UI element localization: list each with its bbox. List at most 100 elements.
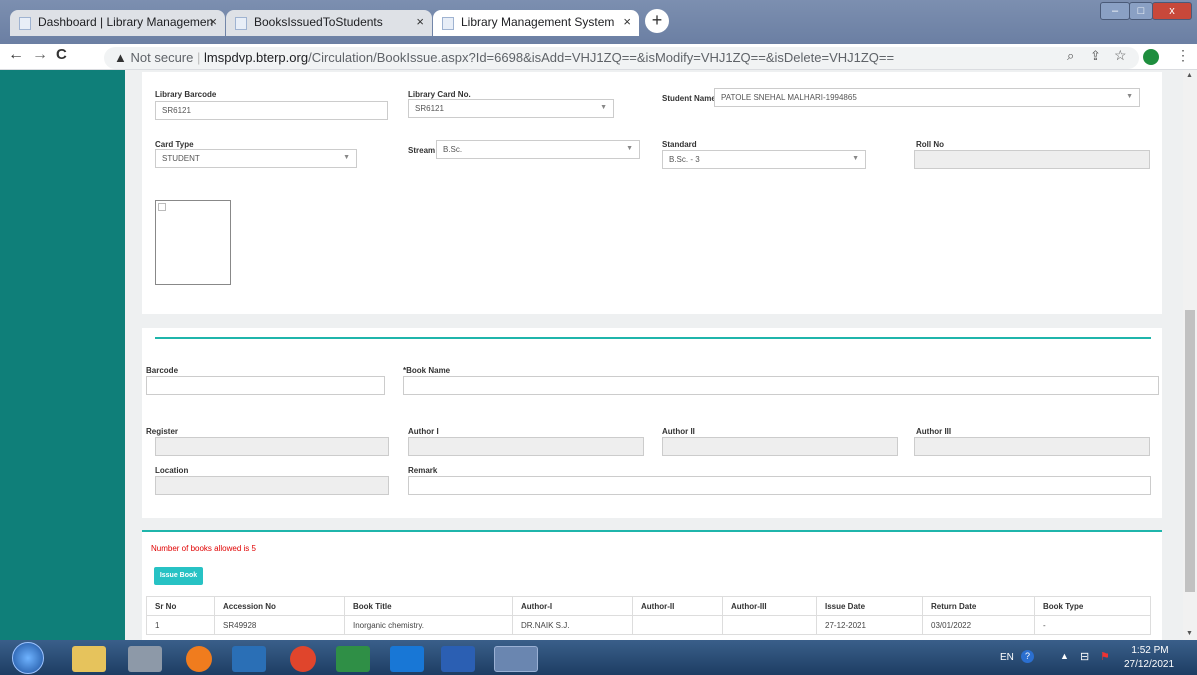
column-header: Sr No — [146, 596, 215, 616]
firefox-icon[interactable] — [186, 646, 212, 672]
scrollbar-thumb[interactable] — [1185, 310, 1195, 592]
warning-icon[interactable]: ▲ — [114, 50, 127, 65]
standard-label: Standard — [662, 140, 697, 149]
issue-book-button[interactable]: Issue Book — [154, 567, 203, 585]
close-window-button[interactable]: x — [1152, 2, 1192, 20]
location-label: Location — [155, 466, 189, 475]
library-barcode-label: Library Barcode — [155, 90, 217, 99]
close-tab-icon[interactable]: × — [623, 14, 631, 29]
network-icon[interactable]: ⊟ — [1080, 650, 1089, 663]
library-barcode-input[interactable]: SR6121 — [155, 101, 388, 120]
author3-label: Author III — [916, 427, 952, 436]
table-header-row: Sr No Accession No Book Title Author-I A… — [146, 596, 1151, 616]
register-input[interactable] — [155, 437, 389, 456]
scroll-up-icon[interactable]: ▲ — [1186, 72, 1193, 79]
maximize-button[interactable]: □ — [1129, 2, 1153, 20]
tab-title: BooksIssuedToStudents — [254, 15, 383, 29]
chevron-down-icon: ▼ — [1126, 93, 1133, 100]
divider — [142, 530, 1162, 532]
author2-input[interactable] — [662, 437, 898, 456]
standard-select[interactable]: B.Sc. - 3 ▼ — [662, 150, 866, 169]
chevron-down-icon: ▼ — [626, 145, 633, 152]
sidebar — [0, 70, 125, 640]
column-header: Author-II — [632, 596, 723, 616]
author3-input[interactable] — [914, 437, 1150, 456]
table-cell: SR49928 — [214, 615, 345, 635]
scroll-down-icon[interactable]: ▼ — [1186, 630, 1193, 637]
chrome-icon[interactable] — [290, 646, 316, 672]
new-tab-button[interactable]: + — [645, 9, 669, 33]
close-tab-icon[interactable]: × — [416, 14, 424, 29]
library-card-select[interactable]: SR6121 ▼ — [408, 99, 614, 118]
card-type-label: Card Type — [155, 140, 194, 149]
remark-label: Remark — [408, 466, 438, 475]
student-name-select[interactable]: PATOLE SNEHAL MALHARI-1994865 ▼ — [714, 88, 1140, 107]
column-header: Book Type — [1034, 596, 1151, 616]
broken-image-icon — [158, 203, 166, 211]
tab-title: Library Management System — [461, 15, 615, 29]
author1-label: Author I — [408, 427, 439, 436]
show-hidden-icons-icon[interactable]: ▲ — [1060, 651, 1069, 661]
table-cell: - — [1034, 615, 1151, 635]
taskbar — [0, 640, 1197, 675]
remark-input[interactable] — [408, 476, 1151, 495]
books-limit-text: Number of books allowed is 5 — [151, 544, 256, 553]
page-icon — [442, 17, 454, 30]
share-icon[interactable]: ⇪ — [1090, 48, 1101, 64]
file-explorer-icon[interactable] — [72, 646, 106, 672]
tab-library-management[interactable]: Library Management System × — [433, 10, 639, 36]
table-cell: DR.NAIK S.J. — [512, 615, 633, 635]
language-indicator[interactable]: EN — [1000, 652, 1014, 663]
tab-books-issued[interactable]: BooksIssuedToStudents × — [226, 10, 432, 36]
barcode-label: Barcode — [146, 366, 179, 375]
column-header: Book Title — [344, 596, 513, 616]
teamviewer-icon[interactable] — [390, 646, 424, 672]
action-center-icon[interactable]: ⚑ — [1100, 650, 1110, 663]
excel-icon[interactable] — [336, 646, 370, 672]
book-name-label: *Book Name — [403, 366, 451, 375]
reload-icon[interactable]: C — [56, 46, 67, 63]
profile-avatar-icon[interactable] — [1143, 49, 1159, 65]
location-input[interactable] — [155, 476, 389, 495]
student-name-value: PATOLE SNEHAL MALHARI-1994865 — [721, 93, 857, 102]
minimize-button[interactable]: – — [1100, 2, 1130, 20]
start-button[interactable] — [12, 642, 44, 674]
media-player-icon[interactable] — [232, 646, 266, 672]
clock-date[interactable]: 27/12/2021 — [1122, 659, 1176, 670]
back-icon[interactable]: ← — [8, 46, 24, 64]
table-cell: 03/01/2022 — [922, 615, 1035, 635]
column-header: Issue Date — [816, 596, 923, 616]
table-cell: Inorganic chemistry. — [344, 615, 513, 635]
tab-dashboard[interactable]: Dashboard | Library Managemen × — [10, 10, 225, 36]
roll-no-label: Roll No — [916, 140, 944, 149]
author1-input[interactable] — [408, 437, 644, 456]
help-icon[interactable]: ? — [1021, 650, 1034, 663]
chevron-down-icon: ▼ — [343, 154, 350, 161]
stream-label: Stream — [408, 146, 436, 155]
column-header: Accession No — [214, 596, 345, 616]
column-header: Author-I — [512, 596, 633, 616]
printer-icon[interactable] — [128, 646, 162, 672]
table-cell — [722, 615, 817, 635]
card-type-value: STUDENT — [162, 154, 200, 163]
clock-time[interactable]: 1:52 PM — [1130, 645, 1170, 656]
barcode-input[interactable] — [146, 376, 385, 395]
security-status: Not secure — [130, 50, 194, 65]
chevron-down-icon: ▼ — [852, 155, 859, 162]
book-name-input[interactable] — [403, 376, 1159, 395]
bookmark-star-icon[interactable]: ☆ — [1114, 47, 1127, 64]
word-icon[interactable] — [441, 646, 475, 672]
close-tab-icon[interactable]: × — [209, 14, 217, 29]
url-path: /Circulation/BookIssue.aspx?Id=6698&isAd… — [308, 50, 895, 65]
column-header: Author-III — [722, 596, 817, 616]
url-host: lmspdvp.bterp.org — [204, 50, 309, 65]
browser-tab-bar: Dashboard | Library Managemen × BooksIss… — [0, 0, 1197, 44]
stream-select[interactable]: B.Sc. ▼ — [436, 140, 640, 159]
chrome-active-window-icon[interactable] — [494, 646, 538, 672]
zoom-icon[interactable]: ⌕ — [1067, 48, 1074, 64]
forward-icon[interactable]: → — [32, 46, 48, 64]
card-type-select[interactable]: STUDENT ▼ — [155, 149, 357, 168]
menu-icon[interactable]: ⋮ — [1176, 47, 1190, 64]
url-field[interactable]: ▲ Not secure | lmspdvp.bterp.org/Circula… — [104, 47, 1139, 69]
roll-no-input[interactable] — [914, 150, 1150, 169]
